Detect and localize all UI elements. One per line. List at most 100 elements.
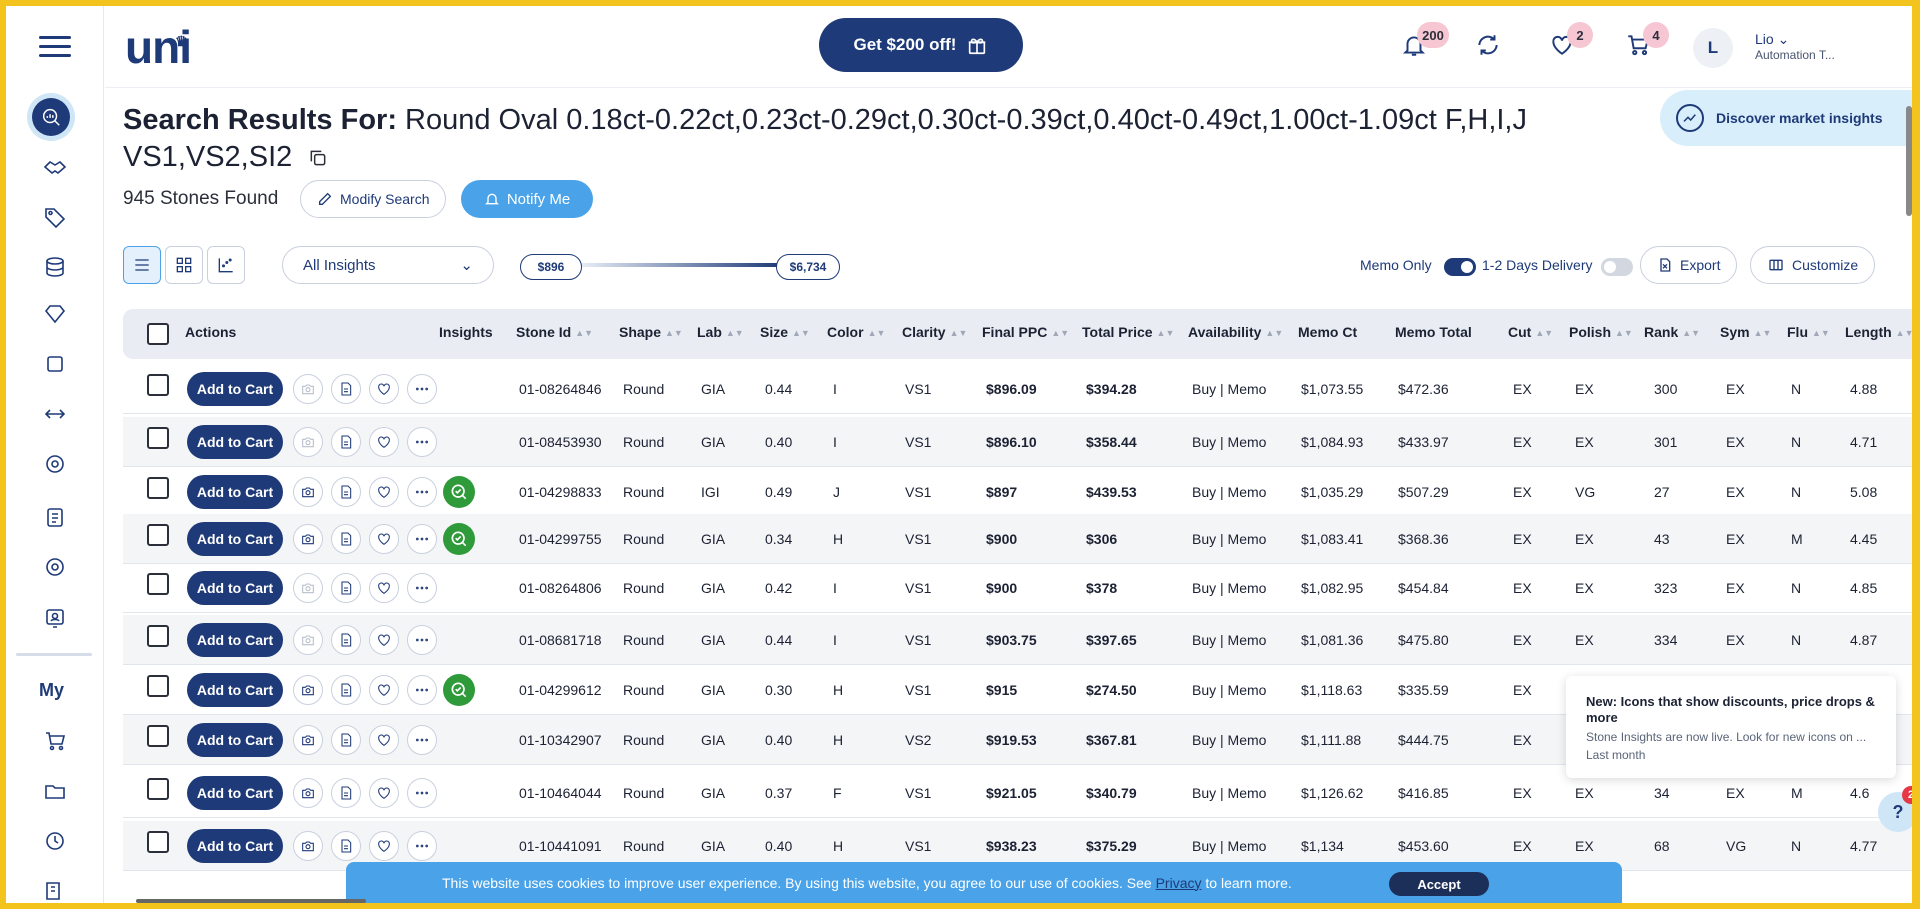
row-checkbox[interactable] bbox=[147, 778, 169, 800]
more-options-icon[interactable] bbox=[407, 625, 437, 655]
modify-search-button[interactable]: Modify Search bbox=[300, 180, 447, 218]
column-header-polish[interactable]: Polish ▲▼ bbox=[1569, 324, 1633, 340]
add-to-cart-button[interactable]: Add to Cart bbox=[187, 522, 283, 556]
certificate-icon[interactable] bbox=[331, 374, 361, 404]
help-button[interactable]: ? 2 bbox=[1878, 786, 1912, 832]
insight-badge-icon[interactable] bbox=[443, 476, 475, 508]
insight-badge-icon[interactable] bbox=[443, 674, 475, 706]
more-options-icon[interactable] bbox=[407, 778, 437, 808]
certificate-icon[interactable] bbox=[331, 675, 361, 705]
more-options-icon[interactable] bbox=[407, 725, 437, 755]
add-to-cart-button[interactable]: Add to Cart bbox=[187, 571, 283, 605]
scatter-view-button[interactable] bbox=[207, 246, 245, 284]
memo-only-toggle[interactable] bbox=[1444, 258, 1476, 276]
more-options-icon[interactable] bbox=[407, 477, 437, 507]
insight-badge-icon[interactable] bbox=[443, 523, 475, 555]
row-checkbox[interactable] bbox=[147, 675, 169, 697]
camera-icon[interactable] bbox=[293, 573, 323, 603]
row-checkbox[interactable] bbox=[147, 725, 169, 747]
heart-icon[interactable] bbox=[369, 524, 399, 554]
camera-icon[interactable] bbox=[293, 477, 323, 507]
promo-button[interactable]: Get $200 off! bbox=[819, 18, 1023, 72]
heart-icon[interactable] bbox=[369, 625, 399, 655]
heart-icon[interactable] bbox=[369, 573, 399, 603]
horizontal-scrollbar[interactable] bbox=[136, 899, 366, 903]
heart-icon[interactable] bbox=[369, 725, 399, 755]
accept-cookies-button[interactable]: Accept bbox=[1389, 872, 1489, 896]
row-checkbox[interactable] bbox=[147, 427, 169, 449]
copy-icon[interactable] bbox=[308, 148, 328, 168]
camera-icon[interactable] bbox=[293, 625, 323, 655]
certificate-icon[interactable] bbox=[331, 477, 361, 507]
add-to-cart-button[interactable]: Add to Cart bbox=[187, 425, 283, 459]
add-to-cart-button[interactable]: Add to Cart bbox=[187, 829, 283, 863]
more-options-icon[interactable] bbox=[407, 573, 437, 603]
more-options-icon[interactable] bbox=[407, 427, 437, 457]
sidebar-item-database[interactable] bbox=[40, 252, 70, 282]
camera-icon[interactable] bbox=[293, 374, 323, 404]
camera-icon[interactable] bbox=[293, 831, 323, 861]
price-max-handle[interactable]: $6,734 bbox=[776, 254, 840, 280]
price-min-handle[interactable]: $896 bbox=[520, 254, 582, 280]
add-to-cart-button[interactable]: Add to Cart bbox=[187, 723, 283, 757]
row-checkbox[interactable] bbox=[147, 573, 169, 595]
more-options-icon[interactable] bbox=[407, 524, 437, 554]
list-view-button[interactable] bbox=[123, 246, 161, 284]
heart-icon[interactable] bbox=[369, 675, 399, 705]
heart-icon[interactable] bbox=[369, 427, 399, 457]
avatar[interactable]: L bbox=[1693, 28, 1733, 68]
certificate-icon[interactable] bbox=[331, 427, 361, 457]
insights-toast[interactable]: New: Icons that show discounts, price dr… bbox=[1566, 676, 1896, 778]
insights-select[interactable]: All Insights ⌄ bbox=[282, 246, 494, 284]
camera-icon[interactable] bbox=[293, 778, 323, 808]
more-options-icon[interactable] bbox=[407, 675, 437, 705]
sidebar-item-search[interactable] bbox=[27, 93, 75, 141]
sidebar-item-diamond[interactable] bbox=[40, 299, 70, 329]
column-header-cut[interactable]: Cut ▲▼ bbox=[1508, 324, 1553, 340]
heart-icon[interactable] bbox=[369, 374, 399, 404]
sidebar-item-clipboard[interactable] bbox=[40, 502, 70, 532]
privacy-link[interactable]: Privacy bbox=[1156, 875, 1202, 891]
sidebar-item-tags[interactable] bbox=[40, 202, 70, 232]
price-range-slider[interactable]: $896 $6,734 bbox=[520, 254, 840, 280]
grid-view-button[interactable] bbox=[165, 246, 203, 284]
user-menu[interactable]: Lio ⌄ bbox=[1755, 31, 1789, 48]
sidebar-item-deals[interactable] bbox=[40, 152, 70, 182]
certificate-icon[interactable] bbox=[331, 725, 361, 755]
add-to-cart-button[interactable]: Add to Cart bbox=[187, 372, 283, 406]
certificate-icon[interactable] bbox=[331, 524, 361, 554]
notifications-button[interactable]: 200 bbox=[1401, 22, 1449, 62]
sidebar-item-account[interactable] bbox=[40, 603, 70, 633]
column-header-size[interactable]: Size ▲▼ bbox=[760, 324, 810, 340]
row-checkbox[interactable] bbox=[147, 524, 169, 546]
column-header-clarity[interactable]: Clarity ▲▼ bbox=[902, 324, 967, 340]
more-options-icon[interactable] bbox=[407, 831, 437, 861]
brand-logo[interactable]: uni ♛ bbox=[125, 24, 192, 70]
camera-icon[interactable] bbox=[293, 725, 323, 755]
add-to-cart-button[interactable]: Add to Cart bbox=[187, 776, 283, 810]
row-checkbox[interactable] bbox=[147, 374, 169, 396]
sidebar-item-my-watch[interactable] bbox=[40, 826, 70, 856]
certificate-icon[interactable] bbox=[331, 831, 361, 861]
heart-icon[interactable] bbox=[369, 831, 399, 861]
row-checkbox[interactable] bbox=[147, 625, 169, 647]
refresh-button[interactable] bbox=[1475, 32, 1505, 62]
row-checkbox[interactable] bbox=[147, 831, 169, 853]
sidebar-item-target[interactable] bbox=[40, 552, 70, 582]
column-header-color[interactable]: Color ▲▼ bbox=[827, 324, 885, 340]
add-to-cart-button[interactable]: Add to Cart bbox=[187, 475, 283, 509]
row-checkbox[interactable] bbox=[147, 477, 169, 499]
wishlist-button[interactable]: 2 bbox=[1549, 22, 1593, 62]
column-header-shape[interactable]: Shape ▲▼ bbox=[619, 324, 683, 340]
column-header-final-ppc[interactable]: Final PPC ▲▼ bbox=[982, 324, 1069, 340]
delivery-toggle[interactable] bbox=[1601, 258, 1633, 276]
heart-icon[interactable] bbox=[369, 778, 399, 808]
discover-insights-button[interactable]: Discover market insights bbox=[1660, 90, 1912, 146]
more-options-icon[interactable] bbox=[407, 374, 437, 404]
column-header-total-price[interactable]: Total Price ▲▼ bbox=[1082, 324, 1174, 340]
column-header-availability[interactable]: Availability ▲▼ bbox=[1188, 324, 1283, 340]
column-header-rank[interactable]: Rank ▲▼ bbox=[1644, 324, 1700, 340]
column-header-length[interactable]: Length ▲▼ bbox=[1845, 324, 1912, 340]
cart-button[interactable]: 4 bbox=[1625, 22, 1669, 62]
column-header-flu[interactable]: Flu ▲▼ bbox=[1787, 324, 1830, 340]
